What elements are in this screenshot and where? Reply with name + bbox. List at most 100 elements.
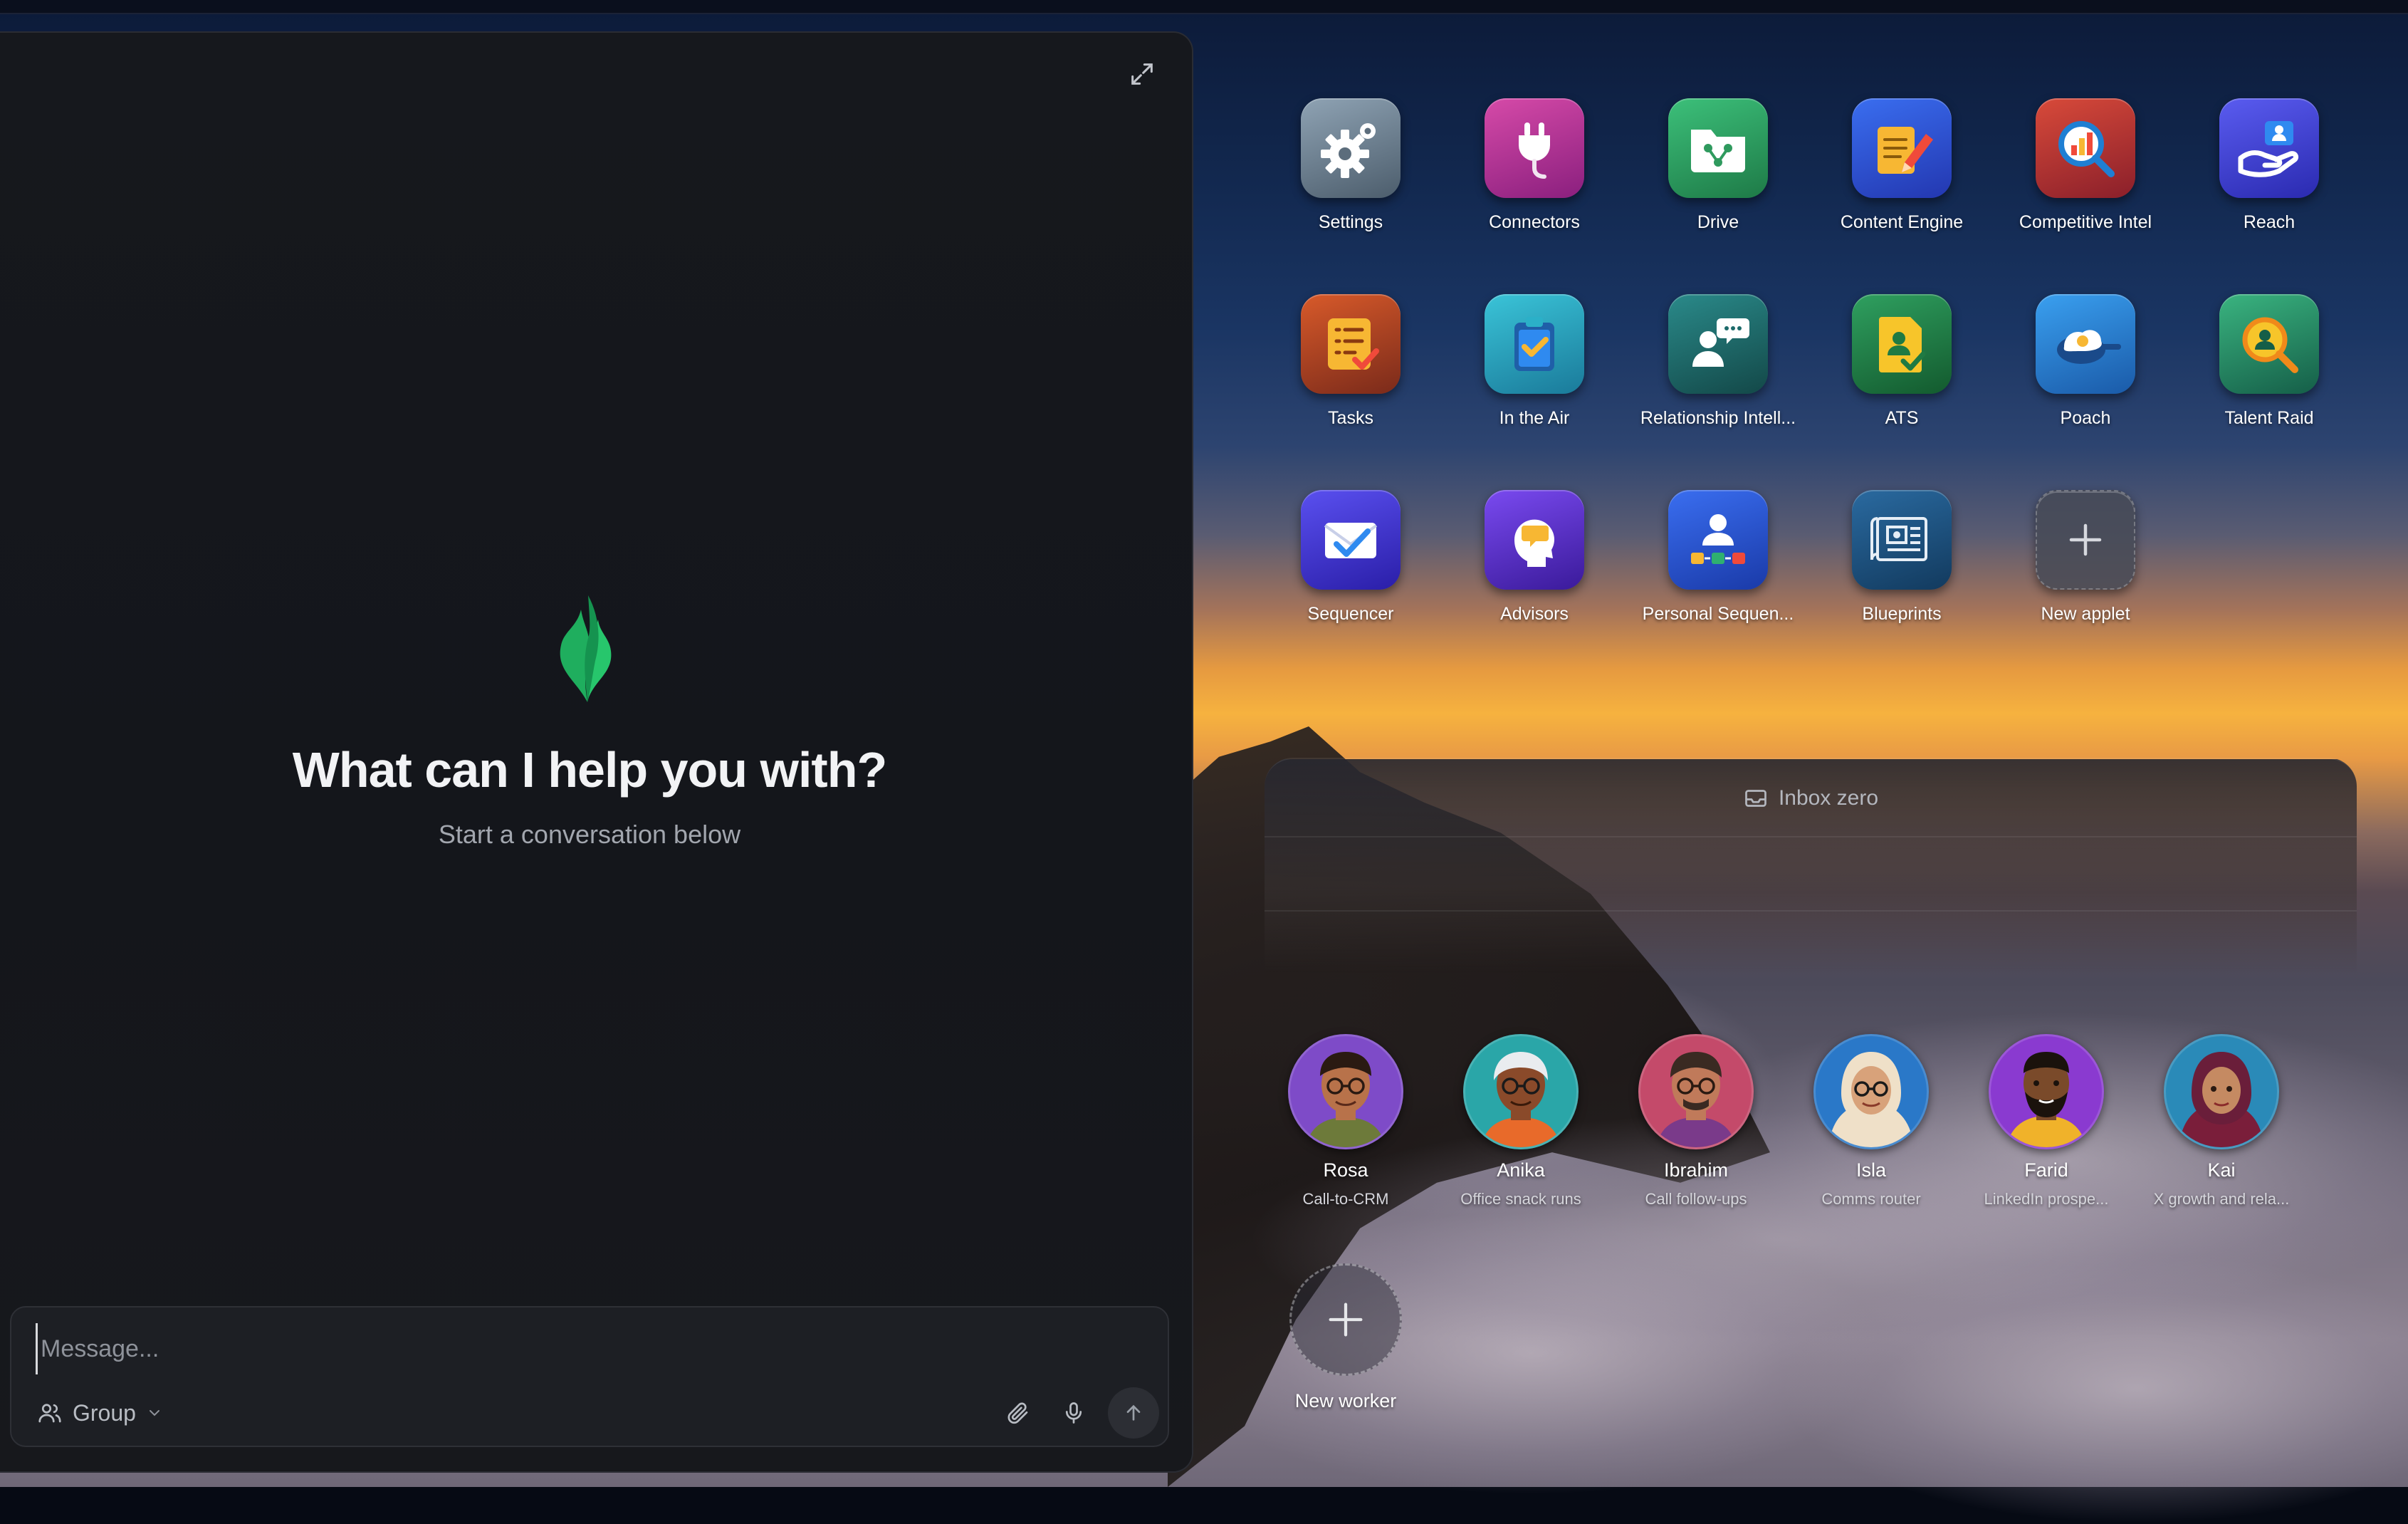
- applet-label: Settings: [1318, 212, 1383, 232]
- group-label: Group: [73, 1399, 136, 1426]
- applet-blueprints[interactable]: Blueprints: [1820, 490, 1984, 654]
- worker-kai[interactable]: Kai X growth and rela...: [2136, 1034, 2307, 1233]
- applet-content-engine[interactable]: Content Engine: [1820, 98, 1984, 262]
- avatar: [1989, 1034, 2104, 1149]
- document-person-icon: [1852, 294, 1952, 394]
- chat-subtitle: Start a conversation below: [438, 820, 741, 849]
- avatar: [1288, 1034, 1403, 1149]
- applet-poach[interactable]: Poach: [2004, 294, 2167, 458]
- inbox-panel: Inbox zero: [1265, 758, 2357, 973]
- applet-in-the-air[interactable]: In the Air: [1452, 294, 1616, 458]
- new-worker-label: New worker: [1294, 1390, 1397, 1411]
- worker-role: Comms router: [1821, 1190, 1921, 1208]
- worker-name: Anika: [1497, 1159, 1545, 1181]
- applet-competitive-intel[interactable]: Competitive Intel: [2004, 98, 2167, 262]
- applet-advisors[interactable]: Advisors: [1452, 490, 1616, 654]
- applet-label: Relationship Intell...: [1640, 408, 1796, 428]
- applet-label: Content Engine: [1840, 212, 1964, 232]
- group-selector[interactable]: Group: [37, 1393, 163, 1433]
- applet-label: Sequencer: [1307, 604, 1394, 624]
- worker-isla[interactable]: Isla Comms router: [1786, 1034, 1957, 1233]
- head-speech-icon: [1485, 490, 1584, 590]
- users-icon: [38, 1404, 61, 1423]
- inbox-icon: [1745, 790, 1766, 807]
- avatar: [1813, 1034, 1929, 1149]
- avatar: [2164, 1034, 2279, 1149]
- hand-contact-icon: [2219, 98, 2319, 198]
- applet-label: Blueprints: [1862, 604, 1942, 624]
- applet-reach[interactable]: Reach: [2187, 98, 2351, 262]
- envelope-check-icon: [1301, 490, 1401, 590]
- microphone-icon: [1065, 1402, 1082, 1424]
- worker-role: X growth and rela...: [2153, 1190, 2290, 1208]
- expand-icon: [1131, 63, 1153, 85]
- applet-label: Talent Raid: [2224, 408, 2314, 428]
- applet-connectors[interactable]: Connectors: [1452, 98, 1616, 262]
- inbox-label: Inbox zero: [1778, 786, 1879, 810]
- applet-label: Reach: [2243, 212, 2296, 232]
- attach-button[interactable]: [997, 1392, 1040, 1434]
- applet-label: In the Air: [1499, 408, 1570, 428]
- blueprint-icon: [1852, 490, 1952, 590]
- worker-name: Rosa: [1323, 1159, 1368, 1181]
- person-chat-icon: [1668, 294, 1768, 394]
- worker-name: Farid: [2024, 1159, 2068, 1181]
- worker-farid[interactable]: Farid LinkedIn prospe...: [1961, 1034, 2132, 1233]
- message-input[interactable]: [36, 1323, 1110, 1374]
- applet-label: ATS: [1885, 408, 1919, 428]
- magnifier-person-icon: [2219, 294, 2319, 394]
- worker-role: LinkedIn prospe...: [1984, 1190, 2109, 1208]
- chat-panel: What can I help you with? Start a conver…: [0, 31, 1193, 1473]
- checklist-icon: [1301, 294, 1401, 394]
- applet-label: Drive: [1697, 212, 1739, 232]
- new-applet-button[interactable]: New applet: [2004, 490, 2167, 654]
- chat-title: What can I help you with?: [292, 742, 887, 798]
- microphone-button[interactable]: [1052, 1392, 1095, 1434]
- worker-name: Isla: [1855, 1159, 1887, 1181]
- applet-sequencer[interactable]: Sequencer: [1269, 490, 1433, 654]
- applet-tasks[interactable]: Tasks: [1269, 294, 1433, 458]
- applet-relationship-intel[interactable]: Relationship Intell...: [1636, 294, 1800, 458]
- new-worker-button[interactable]: New worker: [1260, 1263, 1431, 1463]
- leaf-logo-icon: [560, 595, 612, 702]
- inbox-header[interactable]: Inbox zero: [1265, 781, 2357, 816]
- worker-rosa[interactable]: Rosa Call-to-CRM: [1260, 1034, 1431, 1233]
- pencil-note-icon: [1852, 98, 1952, 198]
- top-bar: [0, 0, 2408, 14]
- worker-name: Kai: [2207, 1159, 2236, 1181]
- applet-settings[interactable]: Settings: [1269, 98, 1433, 262]
- avatar: [1638, 1034, 1754, 1149]
- applet-label: Connectors: [1489, 212, 1580, 232]
- worker-role: Office snack runs: [1460, 1190, 1581, 1208]
- plug-icon: [1485, 98, 1584, 198]
- applet-talent-raid[interactable]: Talent Raid: [2187, 294, 2351, 458]
- expand-button[interactable]: [1121, 53, 1163, 95]
- applet-label: Competitive Intel: [2019, 212, 2152, 232]
- worker-ibrahim[interactable]: Ibrahim Call follow-ups: [1611, 1034, 1781, 1233]
- applet-personal-sequencer[interactable]: Personal Sequen...: [1636, 490, 1800, 654]
- gear-icon: [1301, 98, 1401, 198]
- applet-label: Personal Sequen...: [1642, 604, 1794, 624]
- send-button[interactable]: [1108, 1387, 1159, 1439]
- divider: [1265, 836, 2357, 837]
- applet-label: Tasks: [1328, 408, 1373, 428]
- message-composer: Group: [10, 1306, 1169, 1447]
- worker-role: Call-to-CRM: [1302, 1190, 1389, 1208]
- folder-share-icon: [1668, 98, 1768, 198]
- worker-anika[interactable]: Anika Office snack runs: [1435, 1034, 1606, 1233]
- worker-name: Ibrahim: [1663, 1159, 1729, 1181]
- applet-ats[interactable]: ATS: [1820, 294, 1984, 458]
- fried-egg-pan-icon: [2036, 294, 2135, 394]
- applet-label: New applet: [2041, 604, 2130, 624]
- chevron-down-icon: [149, 1410, 159, 1416]
- arrow-up-icon: [1126, 1404, 1141, 1421]
- applet-drive[interactable]: Drive: [1636, 98, 1800, 262]
- magnifier-chart-icon: [2036, 98, 2135, 198]
- plus-icon: [2036, 490, 2135, 590]
- applet-label: Poach: [2060, 408, 2111, 428]
- clipboard-check-icon: [1485, 294, 1584, 394]
- worker-role: Call follow-ups: [1645, 1190, 1747, 1208]
- applet-label: Advisors: [1500, 604, 1569, 624]
- paperclip-icon: [1007, 1402, 1028, 1424]
- person-flow-icon: [1668, 490, 1768, 590]
